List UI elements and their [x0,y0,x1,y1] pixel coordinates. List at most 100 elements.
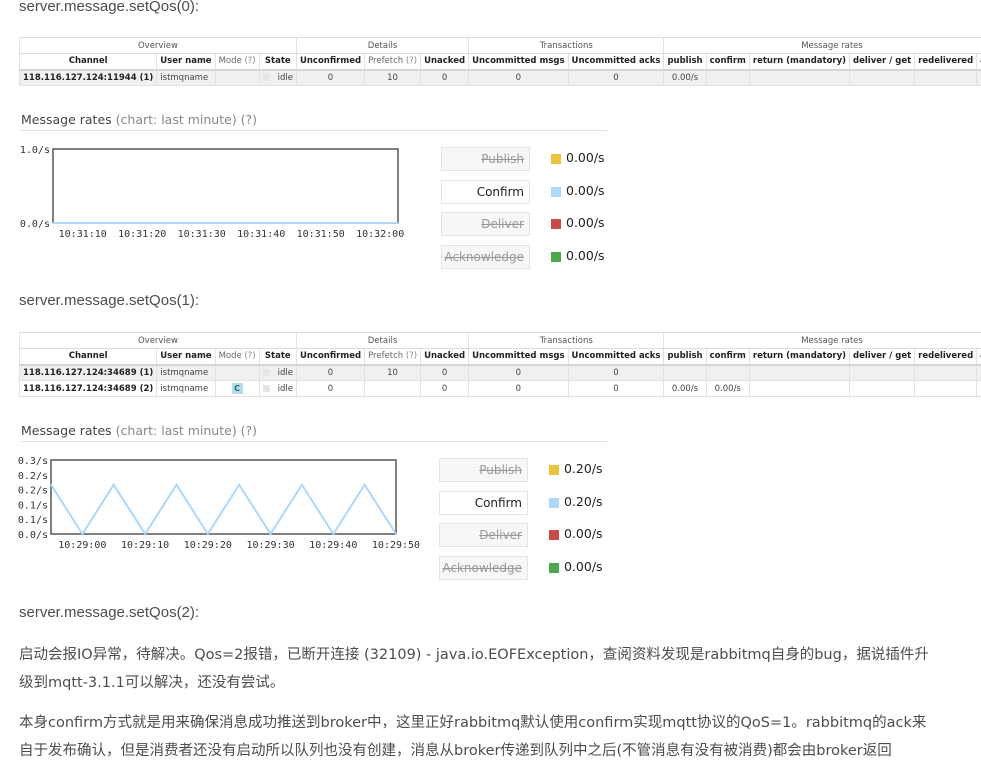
legend-item-publish: Publish 0.00/s [441,147,641,171]
prefetch-cell [364,380,422,397]
y-tick-label: 0.2/s [18,471,48,482]
x-tick-label: 10:31:40 [237,229,285,240]
uncommitted-acks-cell: 0 [567,380,665,397]
col-confirm[interactable]: confirm [705,348,750,366]
data-point [397,222,399,224]
col-uncommitted-acks[interactable]: Uncommitted acks [567,348,665,366]
col-channel[interactable]: Channel [18,53,158,71]
mode-cell [214,69,260,86]
col-deliver[interactable]: deliver / get [849,53,916,71]
unacked-cell: 0 [420,69,470,86]
col-uncommitted-msgs[interactable]: Uncommitted msgs [468,348,569,366]
qos2-heading: server.message.setQos(2): [19,604,200,621]
col-mode[interactable]: Mode (?) [214,348,260,366]
col-channel[interactable]: Channel [18,348,158,366]
col-prefetch[interactable]: Prefetch (?) [364,53,422,71]
group-overview: Overview [19,37,297,54]
confirm-cell [705,69,750,86]
x-tick-label: 10:31:20 [118,229,166,240]
legend-toggle-acknowledge-button[interactable]: Acknowledge [439,556,528,581]
data-point [112,483,115,486]
uncommitted-msgs-cell: 0 [468,364,569,381]
message-rates-chart: 0.3/s 0.2/s 0.2/s 0.1/s 0.1/s 0.0/s 10:29:00 10… [18,456,420,551]
data-point [81,222,84,224]
help-link[interactable]: (?) [244,56,255,66]
legend-item-acknowledge: Acknowledge 0.00/s [439,556,639,581]
col-publish[interactable]: publish [663,53,707,71]
mode-cell: C [214,380,260,397]
col-uncommitted-msgs[interactable]: Uncommitted msgs [468,53,569,71]
channel-link[interactable]: 118.116.127.124:34689 (2) [18,380,158,397]
legend-item-confirm: Confirm 0.20/s [439,490,639,515]
x-tick-label: 10:29:50 [372,540,420,551]
data-point [269,533,272,535]
data-point [319,222,322,224]
col-mode[interactable]: Mode (?) [214,53,260,71]
qos0-heading: server.message.setQos(0): [19,0,200,15]
legend-toggle-confirm-button[interactable]: Confirm [441,179,530,204]
state-cell: idle [258,69,297,86]
col-uncommitted-acks[interactable]: Uncommitted acks [567,53,665,71]
col-unconfirmed[interactable]: Unconfirmed [295,348,366,366]
col-prefetch[interactable]: Prefetch (?) [364,348,422,366]
data-point [332,533,335,535]
message-rates-subtitle[interactable]: (chart: last minute) (?) [116,112,257,127]
paragraph-confirm-explanation: 本身confirm方式就是用来确保消息成功推送到broker中，这里正好rabb… [19,709,977,765]
user-cell: istmqname [156,380,216,397]
data-point [200,222,203,224]
x-tick-label: 10:31:50 [297,229,345,240]
col-user[interactable]: User name [156,348,216,366]
col-redelivered[interactable]: redelivered [914,348,978,366]
prefetch-cell: 10 [364,364,422,381]
message-rates-title: Message rates (chart: last minute) (?) [21,423,607,442]
col-state[interactable]: State [258,348,297,366]
col-ack[interactable]: ack [976,348,981,366]
col-publish[interactable]: publish [663,348,707,366]
col-return[interactable]: return (mandatory) [748,53,851,71]
return-cell [748,380,851,397]
help-link[interactable]: (?) [406,351,417,361]
confirm-cell: 0.00/s [705,380,750,397]
ack-cell [976,380,981,397]
legend-toggle-deliver-button[interactable]: Deliver [441,212,530,237]
x-tick-label: 10:32:00 [356,229,404,240]
redelivered-cell [914,380,978,397]
col-unconfirmed[interactable]: Unconfirmed [295,53,366,71]
legend-toggle-deliver-button[interactable]: Deliver [439,523,528,548]
channels-table-qos1: Overview Details Transactions Message ra… [18,332,981,397]
data-point [301,483,303,486]
channels-table-qos0: Overview Details Transactions Message ra… [18,37,981,86]
state-cell: idle [258,364,297,381]
redelivered-cell [914,69,978,86]
col-deliver[interactable]: deliver / get [849,348,916,366]
help-link[interactable]: (?) [244,351,255,361]
data-point [395,533,397,535]
col-user[interactable]: User name [156,53,216,71]
col-state[interactable]: State [258,53,297,71]
col-confirm[interactable]: confirm [705,53,750,71]
state-indicator-icon [262,73,270,81]
help-link[interactable]: (?) [406,56,417,66]
col-return[interactable]: return (mandatory) [748,348,851,366]
ack-cell [976,69,981,86]
channel-link[interactable]: 118.116.127.124:34689 (1) [18,364,158,381]
col-redelivered[interactable]: redelivered [914,53,978,71]
col-unacked[interactable]: Unacked [420,348,470,366]
deliver-cell [849,364,916,381]
legend-item-confirm: Confirm 0.00/s [441,179,641,204]
legend-item-publish: Publish 0.20/s [439,458,639,482]
channel-link[interactable]: 118.116.127.124:11944 (1) [18,69,158,86]
col-unacked[interactable]: Unacked [420,53,470,71]
message-rates-subtitle[interactable]: (chart: last minute) (?) [116,423,257,438]
state-indicator-icon [262,368,270,376]
legend-toggle-publish-button[interactable]: Publish [441,147,530,171]
return-cell [748,69,851,86]
publish-cell: 0.00/s [663,380,707,397]
legend-toggle-confirm-button[interactable]: Confirm [439,490,528,515]
legend-toggle-acknowledge-button[interactable]: Acknowledge [441,245,530,270]
col-ack[interactable]: ack [976,53,981,71]
group-details: Details [295,332,470,349]
y-tick-label: 0.1/s [18,500,48,511]
legend-toggle-publish-button[interactable]: Publish [439,458,528,482]
legend-swatch-icon [549,497,559,508]
